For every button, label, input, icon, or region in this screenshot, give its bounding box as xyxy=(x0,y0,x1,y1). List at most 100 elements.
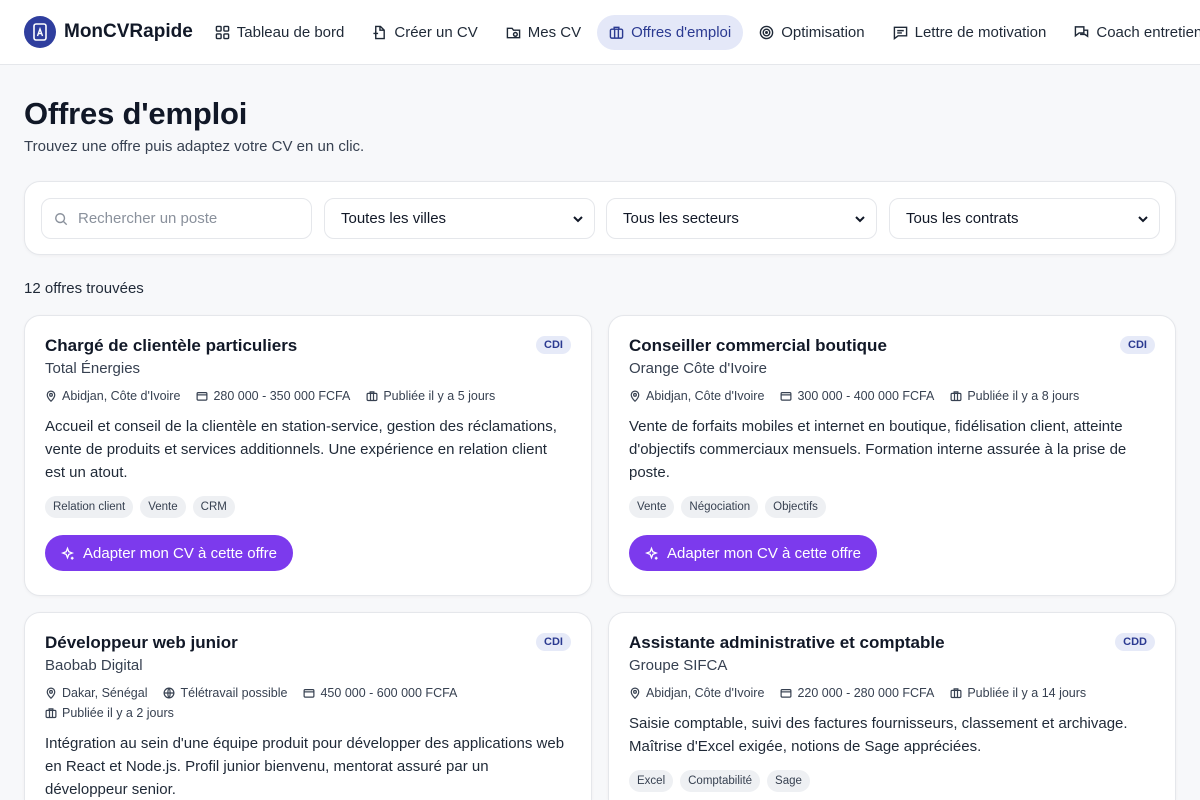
job-salary-text: 220 000 - 280 000 FCFA xyxy=(797,686,935,700)
contract-select-value: Tous les contrats xyxy=(906,210,1019,227)
briefcase-icon xyxy=(950,391,962,402)
job-salary-text: 300 000 - 400 000 FCFA xyxy=(797,389,935,403)
job-company: Orange Côte d'Ivoire xyxy=(629,360,767,377)
job-salary-text: 450 000 - 600 000 FCFA xyxy=(320,686,458,700)
map-pin-icon xyxy=(46,687,56,699)
sparkles-icon xyxy=(61,546,74,560)
adapt-cv-label: Adapter mon CV à cette offre xyxy=(83,544,277,562)
nav-item-dashboard[interactable]: Tableau de bord xyxy=(203,15,357,50)
job-description: Accueil et conseil de la clientèle en st… xyxy=(45,418,557,481)
search-icon xyxy=(55,212,68,225)
job-title[interactable]: Développeur web junior xyxy=(45,633,571,653)
wallet-icon xyxy=(780,689,792,698)
map-pin-icon xyxy=(630,390,640,402)
adapt-cv-label: Adapter mon CV à cette offre xyxy=(667,544,861,562)
nav-item-label: Créer un CV xyxy=(394,23,478,41)
job-location-text: Abidjan, Côte d'Ivoire xyxy=(646,389,765,403)
job-location-text: Dakar, Sénégal xyxy=(62,686,148,700)
job-published: Publiée il y a 5 jours xyxy=(366,389,495,403)
skill-tag: Vente xyxy=(629,496,675,518)
job-card[interactable]: CDI Chargé de clientèle particuliers Tot… xyxy=(24,315,592,596)
sector-select[interactable]: Tous les secteurs xyxy=(606,198,877,239)
nav-item-label: Tableau de bord xyxy=(236,23,345,41)
job-title[interactable]: Conseiller commercial boutique xyxy=(629,336,1155,356)
job-location-text: Abidjan, Côte d'Ivoire xyxy=(62,389,181,403)
nav-item-my-cvs[interactable]: Mes CV xyxy=(494,15,593,50)
folder-icon xyxy=(506,27,521,38)
skill-tag: Comptabilité xyxy=(680,770,761,792)
adapt-cv-button[interactable]: Adapter mon CV à cette offre xyxy=(45,535,293,571)
job-remote-text: Télétravail possible xyxy=(180,686,288,700)
job-published-text: Publiée il y a 5 jours xyxy=(383,389,496,403)
message-icon xyxy=(893,26,907,40)
search-input[interactable] xyxy=(78,210,288,227)
skill-tag: Excel xyxy=(629,770,674,792)
nav-item-interview-coach[interactable]: Coach entretien xyxy=(1062,15,1200,50)
nav-item-create-cv[interactable]: Créer un CV xyxy=(360,15,489,50)
job-location: Abidjan, Côte d'Ivoire xyxy=(629,389,764,403)
nav-item-optimization[interactable]: Optimisation xyxy=(747,15,876,50)
brand-logo-icon xyxy=(24,16,56,48)
file-plus-icon xyxy=(373,25,386,39)
result-count: 12 offres trouvées xyxy=(24,280,144,297)
skill-tag: Vente xyxy=(140,496,186,518)
nav-item-label: Lettre de motivation xyxy=(914,23,1047,41)
job-meta: Abidjan, Côte d'Ivoire 220 000 - 280 000… xyxy=(629,686,1155,700)
job-location: Abidjan, Côte d'Ivoire xyxy=(629,686,764,700)
map-pin-icon xyxy=(630,687,640,699)
job-published: Publiée il y a 14 jours xyxy=(950,686,1086,700)
job-location: Abidjan, Côte d'Ivoire xyxy=(45,389,180,403)
job-description: Saisie comptable, suivi des factures fou… xyxy=(629,715,1128,755)
sector-select-value: Tous les secteurs xyxy=(623,210,739,227)
job-description: Vente de forfaits mobiles et internet en… xyxy=(629,418,1127,481)
chevron-down-icon xyxy=(573,215,583,222)
city-select[interactable]: Toutes les villes xyxy=(324,198,595,239)
nav-item-label: Optimisation xyxy=(781,23,865,41)
job-salary: 300 000 - 400 000 FCFA xyxy=(780,389,934,403)
contract-badge: CDI xyxy=(1120,336,1155,354)
skill-tag: Objectifs xyxy=(765,496,826,518)
job-tags: Excel Comptabilité Sage xyxy=(629,770,1155,792)
sparkles-icon xyxy=(645,546,658,560)
job-published-text: Publiée il y a 2 jours xyxy=(62,706,174,720)
job-meta: Abidjan, Côte d'Ivoire 300 000 - 400 000… xyxy=(629,389,1155,403)
skill-tag: CRM xyxy=(192,496,235,518)
contract-badge: CDI xyxy=(536,633,571,651)
city-select-value: Toutes les villes xyxy=(341,210,447,227)
job-published-text: Publiée il y a 8 jours xyxy=(967,389,1080,403)
job-tags: Vente Négociation Objectifs xyxy=(629,496,1155,518)
skill-tag: Négociation xyxy=(681,496,759,518)
job-location: Dakar, Sénégal xyxy=(45,686,147,700)
adapt-cv-button[interactable]: Adapter mon CV à cette offre xyxy=(629,535,877,571)
job-location-text: Abidjan, Côte d'Ivoire xyxy=(646,686,765,700)
contract-select[interactable]: Tous les contrats xyxy=(889,198,1160,239)
job-title[interactable]: Assistante administrative et comptable xyxy=(629,633,1155,653)
job-company: Total Énergies xyxy=(45,360,141,377)
job-meta: Dakar, Sénégal Télétravail possible 450 … xyxy=(45,686,571,720)
nav-item-cover-letter[interactable]: Lettre de motivation xyxy=(881,15,1059,50)
briefcase-icon xyxy=(366,391,378,402)
skill-tag: Sage xyxy=(767,770,810,792)
job-title[interactable]: Chargé de clientèle particuliers xyxy=(45,336,571,356)
job-card[interactable]: CDI Conseiller commercial boutique Orang… xyxy=(608,315,1176,596)
globe-icon xyxy=(164,687,175,699)
contract-badge: CDI xyxy=(536,336,571,354)
job-published-text: Publiée il y a 14 jours xyxy=(967,686,1087,700)
briefcase-icon xyxy=(609,26,624,39)
job-card[interactable]: CDI Développeur web junior Baobab Digita… xyxy=(24,612,592,800)
top-navigation: MonCVRapide Tableau de bord Créer un CV … xyxy=(0,0,1200,65)
job-card[interactable]: CDD Assistante administrative et comptab… xyxy=(608,612,1176,800)
page-title: Offres d'emploi xyxy=(24,96,248,131)
job-salary: 280 000 - 350 000 FCFA xyxy=(196,389,350,403)
wallet-icon xyxy=(304,689,315,698)
job-salary: 220 000 - 280 000 FCFA xyxy=(780,686,934,700)
search-box[interactable] xyxy=(41,198,312,239)
wallet-icon xyxy=(196,392,208,401)
job-salary-text: 280 000 - 350 000 FCFA xyxy=(213,389,351,403)
nav-item-job-offers[interactable]: Offres d'emploi xyxy=(597,14,744,50)
skill-tag: Relation client xyxy=(45,496,134,518)
brand[interactable]: MonCVRapide xyxy=(24,16,193,48)
briefcase-icon xyxy=(950,688,962,699)
job-salary: 450 000 - 600 000 FCFA xyxy=(303,686,457,700)
page-subtitle: Trouvez une offre puis adaptez votre CV … xyxy=(24,138,365,155)
